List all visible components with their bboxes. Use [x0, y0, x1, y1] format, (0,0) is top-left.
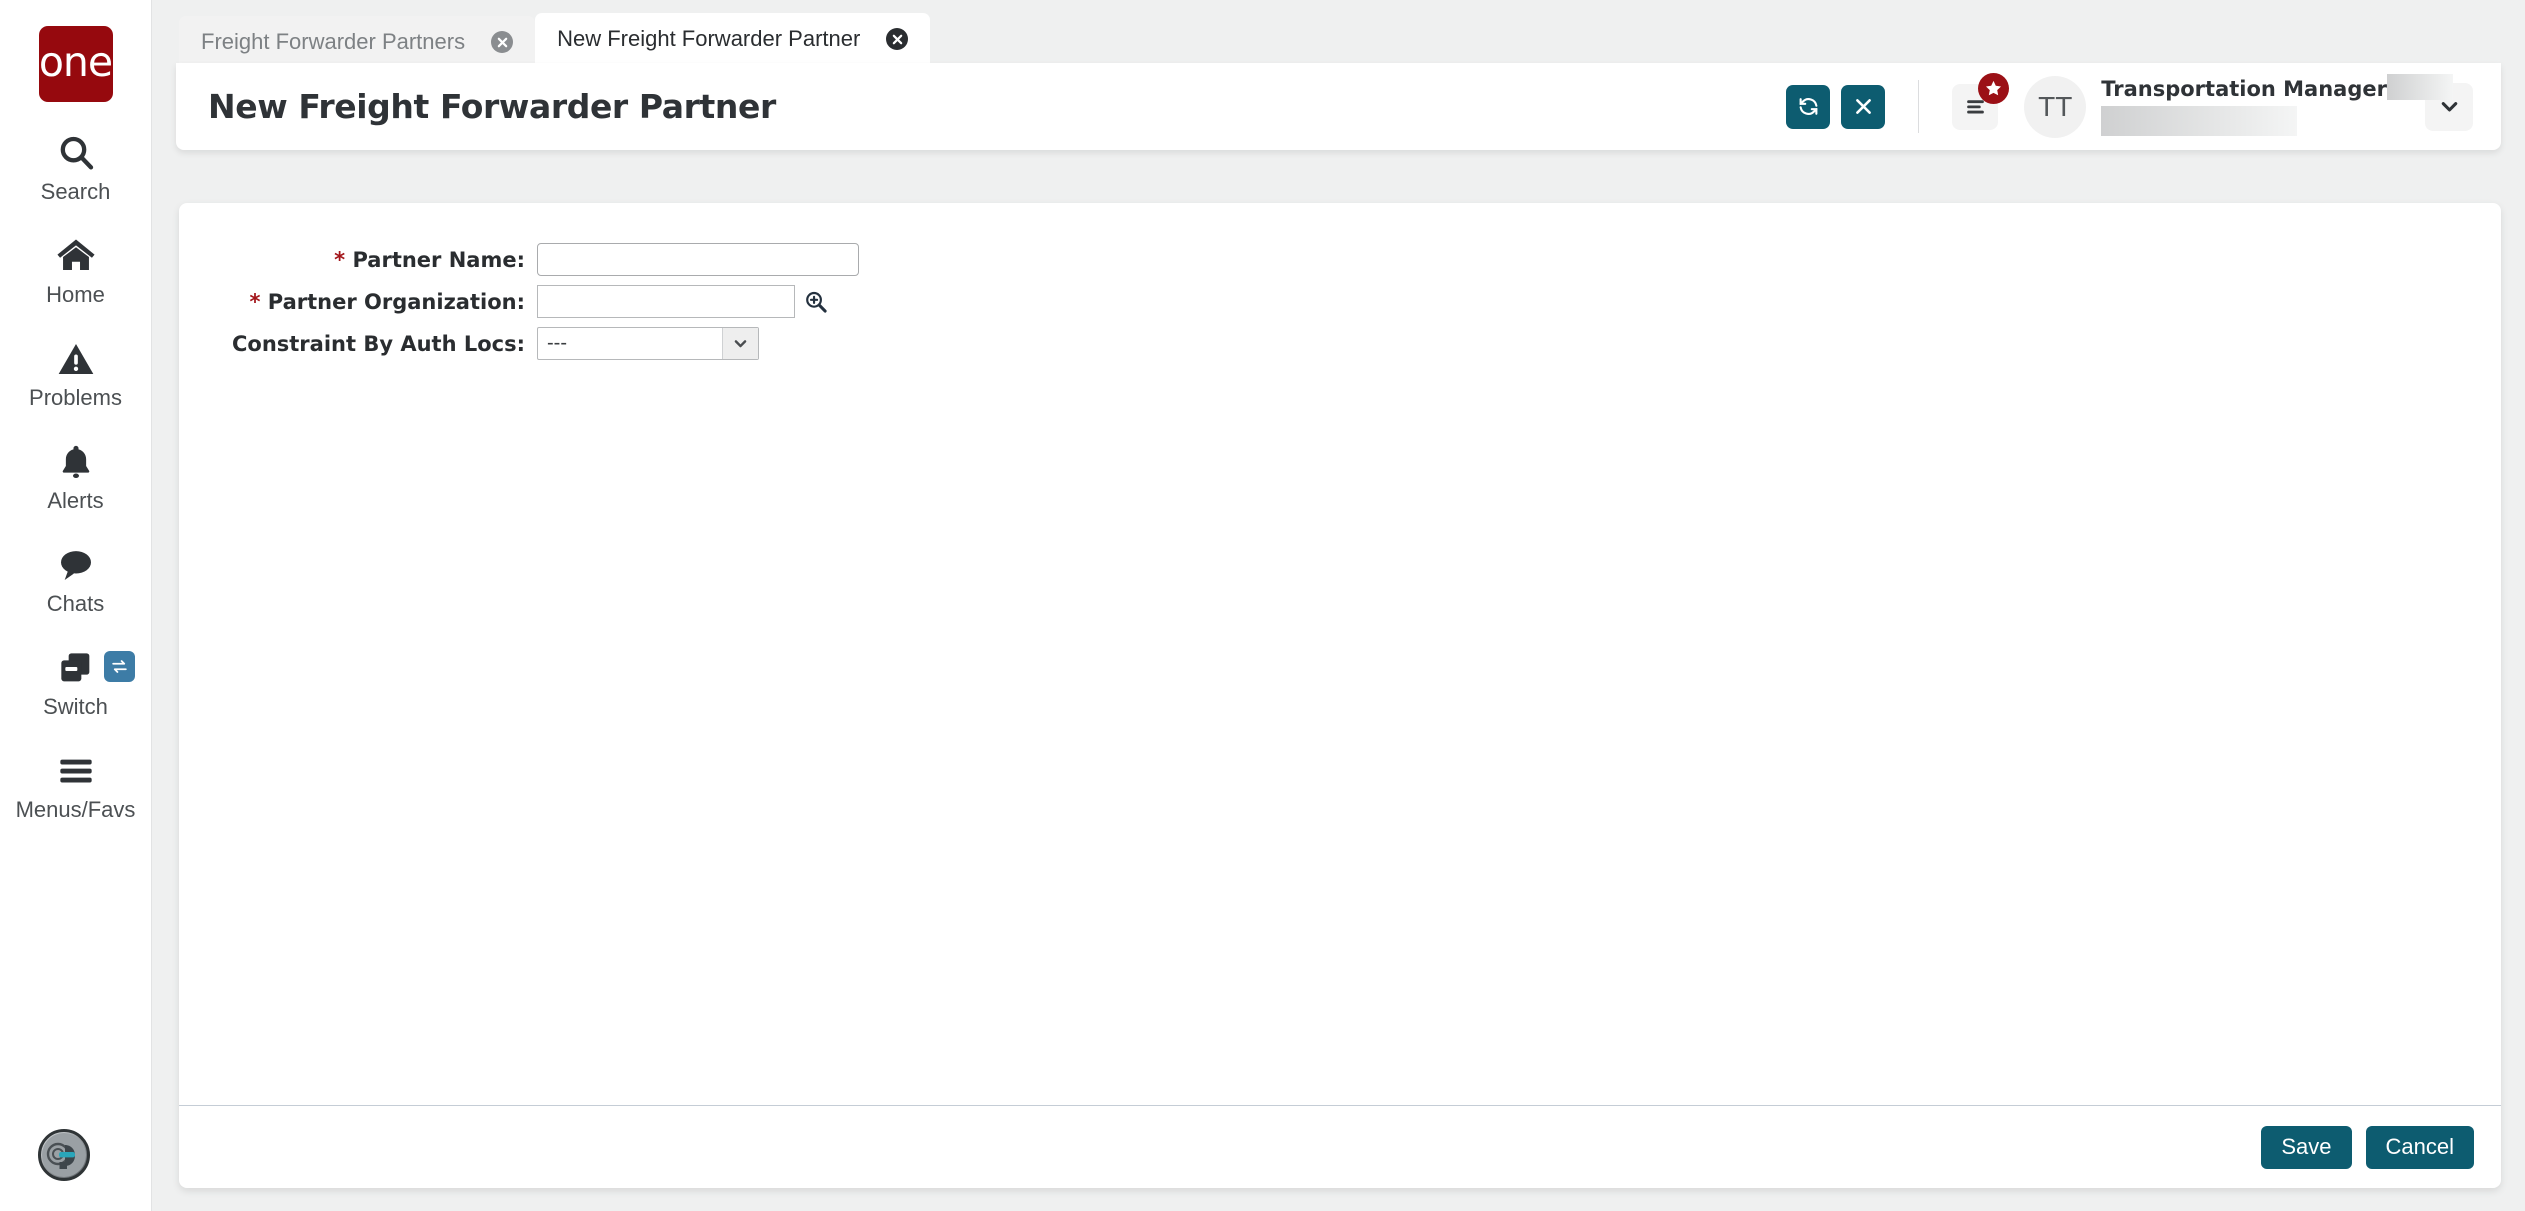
tab-label: New Freight Forwarder Partner	[557, 26, 861, 51]
sidebar-item-label: Home	[46, 282, 105, 307]
save-button[interactable]: Save	[2261, 1125, 2352, 1169]
sidebar-item-home[interactable]: Home	[0, 233, 152, 308]
form-footer: Save Cancel	[179, 1105, 2501, 1188]
required-indicator: *	[249, 289, 261, 314]
magnifier-plus-icon[interactable]	[803, 289, 829, 315]
tab-new-freight-forwarder-partner[interactable]: New Freight Forwarder Partner	[535, 13, 931, 68]
page-title: New Freight Forwarder Partner	[208, 87, 776, 126]
switch-cards-icon	[56, 645, 96, 691]
label-text: Constraint By Auth Locs:	[231, 331, 525, 356]
brand-logo[interactable]: one	[38, 26, 113, 102]
robot-assistant-icon[interactable]	[38, 1129, 90, 1181]
redaction-block	[2387, 74, 2453, 100]
sidebar-item-search[interactable]: Search	[0, 130, 152, 205]
sidebar-item-label: Problems	[29, 385, 122, 410]
sidebar-item-chats[interactable]: Chats	[0, 542, 152, 617]
tab-freight-forwarder-partners[interactable]: Freight Forwarder Partners	[179, 16, 536, 68]
select-value: ---	[547, 332, 567, 354]
tab-strip: Freight Forwarder Partners New Freight F…	[152, 0, 2525, 68]
page-header: New Freight Forwarder Partner TT Transpo…	[176, 63, 2501, 150]
star-icon	[1978, 72, 2010, 104]
cancel-button[interactable]: Cancel	[2365, 1125, 2474, 1169]
brand-logo-text: one	[38, 37, 113, 86]
user-name-redaction	[2101, 106, 2298, 136]
label-text: Partner Name:	[352, 247, 525, 272]
close-icon[interactable]	[491, 31, 514, 53]
left-sidebar: one Search Home Problems Alerts Chats Sw…	[0, 0, 152, 1211]
form-row-constraint-by-auth-locs: Constraint By Auth Locs: ---	[179, 327, 2501, 360]
chat-bubble-icon	[56, 542, 96, 588]
bell-icon	[57, 439, 95, 485]
form-row-partner-name: * Partner Name:	[179, 243, 2501, 276]
close-page-button[interactable]	[1841, 84, 1886, 129]
partner-organization-input[interactable]	[537, 285, 795, 318]
constraint-by-auth-locs-label: Constraint By Auth Locs:	[179, 332, 537, 356]
partner-organization-label: * Partner Organization:	[179, 290, 537, 314]
form-row-partner-organization: * Partner Organization:	[179, 285, 2501, 318]
sidebar-item-label: Menus/Favs	[15, 797, 136, 822]
constraint-by-auth-locs-select[interactable]: ---	[537, 327, 759, 360]
tab-label: Freight Forwarder Partners	[201, 29, 466, 54]
content-card: * Partner Name: * Partner Organization:	[179, 203, 2501, 1188]
sidebar-item-label: Switch	[43, 694, 108, 719]
user-role-text: Transportation Manager	[2101, 77, 2387, 101]
sidebar-item-alerts[interactable]: Alerts	[0, 439, 152, 514]
header-divider	[1918, 80, 1920, 133]
user-role-label: Transportation Manager	[2101, 74, 2453, 101]
warning-triangle-icon	[56, 336, 96, 382]
sidebar-item-label: Search	[40, 179, 111, 204]
hamburger-icon	[56, 748, 96, 794]
label-text: Partner Organization:	[267, 289, 525, 314]
avatar-initials: TT	[2038, 90, 2073, 122]
partner-name-input[interactable]	[537, 243, 859, 276]
user-info: Transportation Manager	[2101, 74, 2453, 138]
sidebar-item-label: Chats	[46, 591, 105, 616]
required-indicator: *	[334, 247, 346, 272]
refresh-button[interactable]	[1786, 84, 1831, 129]
menu-favorites-button[interactable]	[1952, 72, 2010, 130]
switch-toggle-badge[interactable]	[103, 651, 135, 682]
sidebar-item-switch[interactable]: Switch	[0, 645, 152, 720]
chevron-down-icon[interactable]	[722, 328, 758, 359]
partner-name-label: * Partner Name:	[179, 248, 537, 272]
sidebar-item-menus-favs[interactable]: Menus/Favs	[0, 748, 152, 823]
header-actions: TT Transportation Manager	[1775, 72, 2473, 138]
partner-form: * Partner Name: * Partner Organization:	[179, 203, 2501, 1105]
close-icon[interactable]	[886, 28, 909, 50]
avatar[interactable]: TT	[2024, 75, 2087, 138]
sidebar-item-label: Alerts	[47, 488, 104, 513]
search-icon	[56, 130, 96, 176]
home-icon	[55, 233, 97, 279]
sidebar-item-problems[interactable]: Problems	[0, 336, 152, 411]
